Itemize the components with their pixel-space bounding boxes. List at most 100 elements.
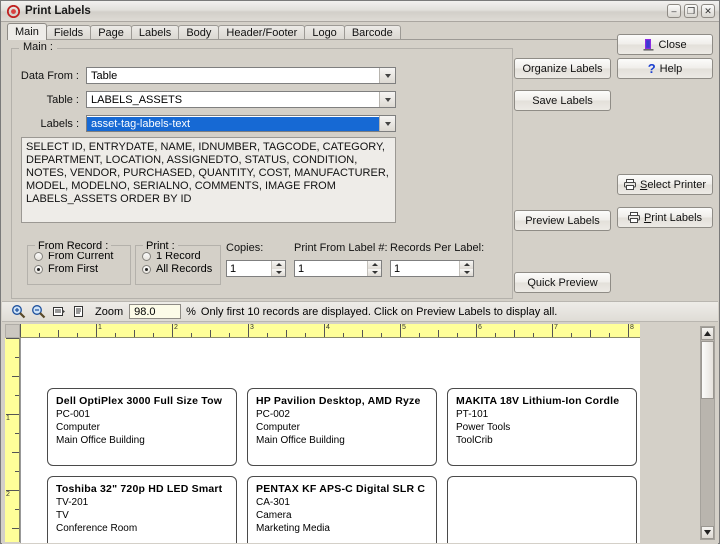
label-item-1[interactable]: Dell OptiPlex 3000 Full Size Tow PC-001 …	[47, 388, 237, 466]
radio-all-records-label: All Records	[156, 263, 213, 275]
print-labels-button[interactable]: Print Labels	[617, 207, 713, 228]
ruler-tick	[20, 324, 21, 337]
table-combo[interactable]: LABELS_ASSETS	[86, 91, 396, 108]
chevron-down-icon[interactable]	[379, 116, 395, 131]
fit-page-button[interactable]	[70, 303, 87, 320]
fit-width-button[interactable]	[50, 303, 67, 320]
select-printer-button[interactable]: Select Printer	[617, 174, 713, 195]
zoom-in-button[interactable]	[10, 303, 27, 320]
preview-toolbar: Zoom 98.0 % Only first 10 records are di…	[2, 301, 718, 322]
label-item-2[interactable]: HP Pavilion Desktop, AMD Ryze PC-002 Com…	[247, 388, 437, 466]
label-page[interactable]: Dell OptiPlex 3000 Full Size Tow PC-001 …	[20, 338, 640, 543]
sql-query-box[interactable]: SELECT ID, ENTRYDATE, NAME, IDNUMBER, TA…	[21, 137, 396, 223]
labels-label: Labels :	[40, 117, 79, 130]
ruler-tick	[400, 324, 401, 337]
ruler-number: 1	[6, 415, 10, 422]
records-per-label-spin-buttons[interactable]	[459, 261, 473, 276]
print-from-label-spin-buttons[interactable]	[367, 261, 381, 276]
copies-stepper[interactable]: 1	[226, 260, 286, 277]
ruler-tick	[495, 333, 496, 337]
label-item-6[interactable]	[447, 476, 637, 543]
tab-main[interactable]: Main	[7, 23, 47, 40]
copies-increment-icon[interactable]	[272, 261, 285, 269]
label-item-5[interactable]: PENTAX KF APS-C Digital SLR C CA-301 Cam…	[247, 476, 437, 543]
preview-vertical-scrollbar[interactable]	[700, 326, 715, 540]
radio-from-first-icon	[34, 264, 43, 274]
close-button-main[interactable]: Close	[617, 34, 713, 55]
ruler-tick	[6, 338, 19, 339]
label-category: TV	[56, 510, 69, 521]
organize-labels-button[interactable]: Organize Labels	[514, 58, 611, 79]
select-printer-rest: elect Printer	[647, 178, 707, 191]
tab-logo[interactable]: Logo	[304, 25, 345, 40]
help-button[interactable]: ? Help	[617, 58, 713, 79]
ruler-tick	[77, 333, 78, 337]
chevron-down-icon[interactable]	[379, 92, 395, 107]
tab-labels[interactable]: Labels	[130, 25, 180, 40]
maximize-icon: ❐	[686, 5, 696, 16]
preview-area: 12345678 12 Dell OptiPlex 3000 Full Size…	[2, 322, 718, 544]
scroll-up-arrow-icon[interactable]	[701, 327, 714, 340]
labels-combo[interactable]: asset-tag-labels-text	[86, 115, 396, 132]
print-from-label-decrement-icon[interactable]	[368, 268, 381, 276]
ruler-number: 2	[6, 491, 10, 498]
ruler-tick	[15, 433, 19, 434]
app-icon	[7, 4, 20, 18]
copies-value[interactable]: 1	[227, 263, 271, 275]
radio-from-first-label: From First	[48, 263, 99, 275]
ruler-tick	[15, 357, 19, 358]
copies-spin-buttons[interactable]	[271, 261, 285, 276]
tab-body[interactable]: Body	[178, 25, 220, 40]
preview-labels-label: Preview Labels	[525, 214, 600, 227]
tab-barcode[interactable]: Barcode	[343, 25, 401, 40]
label-category: Camera	[256, 510, 292, 521]
ruler-tick	[12, 452, 19, 453]
ruler-number: 5	[402, 324, 406, 331]
tab-fields[interactable]: Fields	[45, 25, 92, 40]
zoom-input[interactable]: 98.0	[129, 304, 182, 319]
records-per-label-stepper[interactable]: 1	[390, 260, 474, 277]
close-button-label: Close	[658, 38, 687, 51]
label-id: PC-001	[56, 409, 90, 420]
radio-all-records[interactable]: All Records	[142, 263, 220, 275]
label-item-3[interactable]: MAKITA 18V Lithium-Ion Cordle PT-101 Pow…	[447, 388, 637, 466]
label-title: Dell OptiPlex 3000 Full Size Tow	[56, 395, 223, 407]
main-group-title: Main :	[19, 41, 57, 53]
label-title: Toshiba 32" 720p HD LED Smart	[56, 483, 223, 495]
scrollbar-thumb[interactable]	[701, 341, 714, 399]
radio-from-current-icon	[34, 251, 43, 261]
ruler-tick	[210, 330, 211, 337]
data-from-combo[interactable]: Table	[86, 67, 396, 84]
tab-page[interactable]: Page	[90, 25, 132, 40]
ruler-corner	[5, 324, 20, 338]
organize-labels-label: Organize Labels	[522, 62, 603, 75]
radio-1-record-icon	[142, 251, 151, 261]
data-from-value: Table	[91, 69, 118, 82]
zoom-out-button[interactable]	[30, 303, 47, 320]
quick-preview-button[interactable]: Quick Preview	[514, 272, 611, 293]
ruler-tick	[248, 324, 249, 337]
maximize-button[interactable]: ❐	[684, 4, 698, 18]
preview-labels-button[interactable]: Preview Labels	[514, 210, 611, 231]
radio-from-first[interactable]: From First	[34, 263, 130, 275]
print-from-label-increment-icon[interactable]	[368, 261, 381, 269]
minimize-button[interactable]: –	[667, 4, 681, 18]
ruler-tick	[324, 324, 325, 337]
scroll-down-arrow-icon[interactable]	[701, 526, 714, 539]
copies-decrement-icon[interactable]	[272, 268, 285, 276]
ruler-tick	[552, 324, 553, 337]
chevron-down-icon[interactable]	[379, 68, 395, 83]
ruler-tick	[381, 333, 382, 337]
save-labels-button[interactable]: Save Labels	[514, 90, 611, 111]
label-category: Computer	[56, 422, 100, 433]
records-per-label-value[interactable]: 1	[391, 263, 459, 275]
label-item-4[interactable]: Toshiba 32" 720p HD LED Smart TV-201 TV …	[47, 476, 237, 543]
ruler-tick	[362, 330, 363, 337]
tab-header-footer[interactable]: Header/Footer	[218, 25, 306, 40]
print-from-label-value[interactable]: 1	[295, 263, 367, 275]
records-per-label-increment-icon[interactable]	[460, 261, 473, 269]
records-per-label-decrement-icon[interactable]	[460, 268, 473, 276]
ruler-tick	[571, 333, 572, 337]
close-button[interactable]: ✕	[701, 4, 715, 18]
print-from-label-stepper[interactable]: 1	[294, 260, 382, 277]
